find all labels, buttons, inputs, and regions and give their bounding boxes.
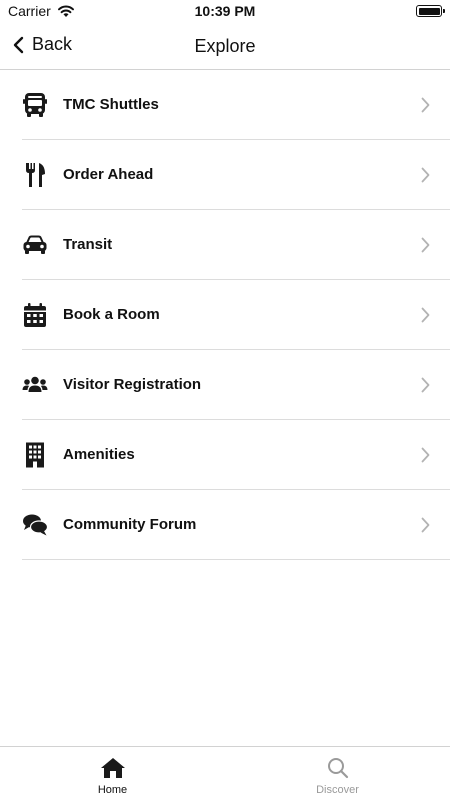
home-icon (100, 758, 125, 778)
menu-item-label: Book a Room (63, 306, 160, 323)
menu-item-label: Amenities (63, 446, 135, 463)
battery-full-icon (416, 5, 445, 17)
menu-item-community-forum[interactable]: Community Forum (22, 490, 450, 560)
tab-bar: Home Discover (0, 746, 450, 800)
page-title: Explore (194, 36, 256, 56)
tab-home[interactable]: Home (0, 747, 225, 800)
menu-item-label: Order Ahead (63, 166, 154, 183)
menu-item-order-ahead[interactable]: Order Ahead (22, 140, 450, 210)
navigation-bar: Back Explore (0, 24, 450, 70)
menu-item-label: Transit (63, 236, 113, 253)
comments-icon (23, 514, 48, 535)
search-icon (327, 758, 348, 779)
car-icon (23, 235, 47, 254)
chevron-right-icon (421, 307, 430, 323)
menu-item-label: Visitor Registration (63, 376, 202, 393)
menu-item-amenities[interactable]: Amenities (22, 420, 450, 490)
chevron-right-icon (421, 447, 430, 463)
chevron-right-icon (421, 377, 430, 393)
status-time: 10:39 PM (194, 3, 256, 19)
building-icon (26, 442, 44, 467)
menu-item-book-a-room[interactable]: Book a Room (22, 280, 450, 350)
users-icon (22, 376, 48, 392)
chevron-right-icon (421, 237, 430, 253)
menu-item-label: TMC Shuttles (63, 96, 159, 113)
calendar-icon (24, 302, 46, 327)
chevron-right-icon (421, 517, 430, 533)
explore-menu-list: TMC Shuttles Order Ahead Transit Book a … (22, 70, 450, 560)
utensils-icon (26, 162, 45, 187)
menu-item-label: Community Forum (63, 516, 197, 533)
tab-label: Home (97, 784, 128, 796)
bus-icon (23, 92, 47, 117)
menu-item-visitor-registration[interactable]: Visitor Registration (22, 350, 450, 420)
tab-discover[interactable]: Discover (225, 747, 450, 800)
status-bar: Carrier 10:39 PM (0, 0, 450, 24)
chevron-right-icon (421, 167, 430, 183)
tab-label: Discover (316, 784, 359, 796)
menu-item-tmc-shuttles[interactable]: TMC Shuttles (22, 70, 450, 140)
menu-item-transit[interactable]: Transit (22, 210, 450, 280)
chevron-right-icon (421, 97, 430, 113)
